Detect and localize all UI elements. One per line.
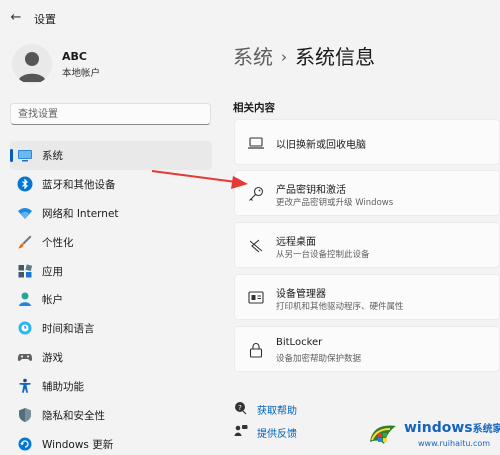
watermark-text: windows系统家园	[404, 420, 500, 436]
card-subtitle: 打印机和其他驱动程序、硬件属性	[276, 302, 404, 312]
card-subtitle: 从另一台设备控制此设备	[276, 250, 370, 260]
product-key-activation-card[interactable]: 产品密钥和激活 更改产品密钥或升级 Windows	[234, 170, 500, 216]
remote-desktop-card[interactable]: 远程桌面 从另一台设备控制此设备	[234, 222, 500, 268]
person-icon	[19, 292, 31, 307]
card-subtitle: 设备加密帮助保护数据	[276, 354, 362, 364]
app-title: 设置	[34, 13, 56, 26]
card-subtitle: 更改产品密钥或升级 Windows	[276, 198, 394, 208]
device-manager-icon	[248, 291, 264, 304]
breadcrumb: 系统 › 系统信息	[233, 41, 375, 70]
give-feedback-label: 提供反馈	[257, 429, 297, 440]
sidebar-item-apps[interactable]: 应用	[10, 257, 212, 286]
avatar	[12, 44, 52, 84]
trade-in-recycle-card[interactable]: 以旧换新或回收电脑	[234, 119, 500, 165]
card-title: 以旧换新或回收电脑	[276, 140, 366, 151]
globe-clock-icon	[18, 321, 32, 335]
sidebar-item-time-language[interactable]: 时间和语言	[10, 314, 212, 343]
sidebar-item-label: 隐私和安全性	[42, 410, 105, 423]
related-content-header: 相关内容	[233, 102, 275, 114]
sidebar-item-network[interactable]: 网络和 Internet	[10, 199, 212, 228]
sidebar-nav: 系统 蓝牙和其他设备 网络和 Internet 个性化 应用 帐户 时间和语言 …	[10, 141, 212, 455]
sidebar-item-accessibility[interactable]: 辅助功能	[10, 372, 212, 401]
user-profile[interactable]: ABC 本地帐户	[12, 44, 202, 86]
feedback-icon	[234, 425, 248, 436]
sidebar-item-bluetooth[interactable]: 蓝牙和其他设备	[10, 170, 212, 199]
breadcrumb-parent[interactable]: 系统	[233, 45, 273, 69]
get-help-link[interactable]: ? 获取帮助	[234, 400, 354, 418]
gamepad-icon	[17, 354, 33, 362]
bitlocker-card[interactable]: BitLocker 设备加密帮助保护数据	[234, 326, 500, 372]
remote-desktop-icon	[249, 239, 263, 253]
watermark-url: www.ruihaitu.com	[418, 439, 491, 448]
back-arrow-icon[interactable]: ←	[8, 10, 24, 26]
card-title: 远程桌面	[276, 237, 316, 248]
card-title: 产品密钥和激活	[276, 185, 346, 196]
sidebar-item-system[interactable]: 系统	[10, 141, 212, 170]
bluetooth-icon	[17, 176, 33, 192]
sidebar-item-accounts[interactable]: 帐户	[10, 285, 212, 314]
device-manager-card[interactable]: 设备管理器 打印机和其他驱动程序、硬件属性	[234, 274, 500, 320]
sidebar-item-windows-update[interactable]: Windows 更新	[10, 430, 212, 455]
sidebar-item-label: 帐户	[42, 294, 63, 307]
watermark: windows系统家园 www.ruihaitu.com	[366, 416, 500, 452]
user-name: ABC	[62, 50, 87, 63]
svg-text:?: ?	[238, 404, 242, 412]
lock-icon	[249, 343, 263, 358]
help-icon: ?	[235, 402, 247, 415]
laptop-icon	[248, 137, 264, 149]
chevron-right-icon: ›	[281, 48, 287, 66]
sidebar-item-label: Windows 更新	[42, 438, 114, 451]
sidebar-item-gaming[interactable]: 游戏	[10, 343, 212, 372]
sidebar-item-personalization[interactable]: 个性化	[10, 228, 212, 257]
sidebar-item-label: 系统	[42, 150, 63, 162]
sidebar-item-label: 时间和语言	[42, 323, 95, 336]
page-title: 系统信息	[295, 45, 375, 69]
apps-icon	[18, 263, 33, 278]
get-help-label: 获取帮助	[257, 406, 297, 417]
wifi-icon	[18, 207, 32, 219]
shield-icon	[19, 408, 31, 423]
card-title: BitLocker	[276, 337, 323, 348]
system-icon	[18, 150, 32, 162]
sidebar-item-label: 个性化	[42, 236, 74, 249]
user-avatar-icon	[18, 52, 46, 82]
search-box[interactable]	[10, 103, 211, 125]
watermark-logo	[370, 425, 396, 444]
accessibility-icon	[19, 378, 31, 394]
sidebar-item-label: 应用	[42, 265, 63, 278]
sidebar-item-label: 游戏	[42, 352, 63, 365]
account-type: 本地帐户	[62, 68, 101, 79]
brush-icon	[18, 235, 32, 249]
title-bar: ← 设置	[0, 0, 500, 36]
sidebar-item-label: 网络和 Internet	[42, 207, 119, 220]
card-title: 设备管理器	[276, 289, 326, 300]
sidebar-item-label: 蓝牙和其他设备	[42, 178, 116, 191]
sidebar-item-privacy[interactable]: 隐私和安全性	[10, 401, 212, 430]
key-icon	[249, 186, 264, 201]
sidebar-item-label: 辅助功能	[42, 381, 84, 394]
update-icon	[18, 437, 32, 451]
search-input[interactable]	[18, 107, 198, 122]
give-feedback-link[interactable]: 提供反馈	[234, 423, 354, 441]
